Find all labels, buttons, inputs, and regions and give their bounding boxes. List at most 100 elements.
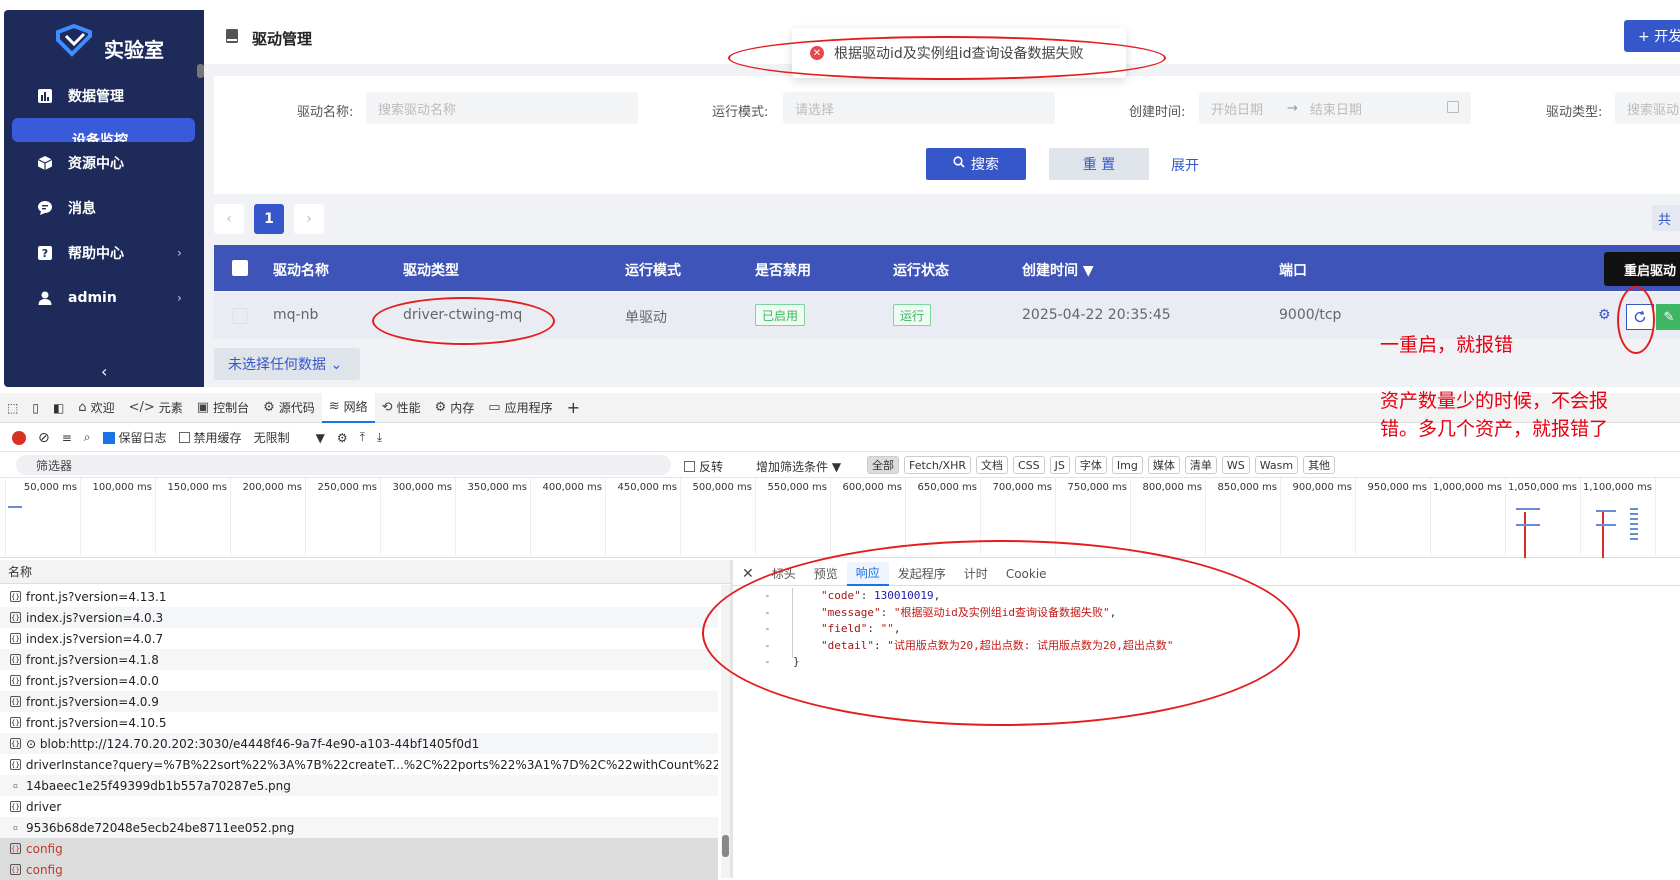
tab-welcome[interactable]: ⌂ 欢迎 [71,393,121,423]
cell-created-time: 2025-04-22 20:35:45 [1022,307,1171,323]
add-tab-icon[interactable]: + [560,393,587,423]
sidebar-item-label: admin [68,290,117,306]
type-filter-button[interactable]: 字体 [1074,456,1107,474]
timeline-tick: 200,000 ms [230,478,305,558]
cell-run-mode: 单驱动 [625,310,667,326]
type-filter-button[interactable]: Fetch/XHR [904,456,971,474]
dock-icon[interactable]: ◧ [46,393,71,423]
type-filter-button[interactable]: Wasm [1254,456,1299,474]
run-mode-select[interactable]: 请选择 [783,92,1055,124]
svg-text:?: ? [42,247,48,260]
search-icon[interactable]: ⌕ [84,430,91,445]
request-row[interactable]: {} index.js?version=4.0.7 [0,628,718,649]
type-filter-button[interactable]: 清单 [1184,456,1217,474]
prev-page-button[interactable]: ‹ [214,204,244,234]
tab-elements[interactable]: </> 元素 [122,393,190,423]
col-port: 端口 [1279,263,1307,279]
type-filter-button[interactable]: Img [1111,456,1143,474]
request-row[interactable]: {} config [0,859,718,880]
type-filter-button[interactable]: 其他 [1303,456,1336,474]
driver-name-input[interactable]: 搜索驱动名称 [366,92,638,124]
start-date-field[interactable]: 开始日期 [1211,99,1263,118]
collapse-sidebar-icon[interactable]: ‹ [101,362,107,381]
search-button[interactable]: 搜索 [926,148,1026,180]
sidebar-scrollbar[interactable] [197,64,204,78]
request-row[interactable]: {} driver [0,796,718,817]
filter-input[interactable]: 筛选器 [16,455,671,475]
sidebar-item-help[interactable]: ? 帮助中心 › [4,231,204,275]
type-filter-button[interactable]: 全部 [867,456,899,474]
tab-console[interactable]: ▣ 控制台 [190,393,256,423]
sidebar-item-messages[interactable]: 消息 [4,186,204,230]
type-filter-button[interactable]: 媒体 [1147,456,1180,474]
request-row[interactable]: {} index.js?version=4.0.3 [0,607,718,628]
select-all-checkbox[interactable] [232,260,248,276]
sidebar-item-resources[interactable]: 资源中心 [4,141,204,185]
tab-sources[interactable]: ⚙ 源代码 [256,393,322,423]
name-column-header[interactable]: 名称 [0,560,730,584]
request-row[interactable]: {} front.js?version=4.1.8 [0,649,718,670]
expand-link[interactable]: 展开 [1171,155,1199,175]
request-row[interactable]: ▫ 9536b68de72048e5ecb24be8711ee052.png [0,817,718,838]
request-row[interactable]: {} front.js?version=4.13.1 [0,586,718,607]
request-row[interactable]: {} ⊙ blob:http://124.70.20.202:3030/e4448… [0,733,718,754]
sidebar-item-admin[interactable]: admin › [4,276,204,320]
request-row[interactable]: {} front.js?version=4.0.9 [0,691,718,712]
annotation-note-assets-2: 错。多几个资产，就报错了 [1380,418,1609,440]
row-checkbox[interactable] [232,308,248,324]
type-filter-button[interactable]: JS [1049,456,1070,474]
tab-application[interactable]: ▭ 应用程序 [481,393,559,423]
type-filter-button[interactable]: CSS [1012,456,1045,474]
request-row[interactable]: {} config [0,838,718,859]
type-filter-button[interactable]: WS [1221,456,1250,474]
invert-checkbox[interactable]: 反转 [684,458,723,475]
reset-button[interactable]: 重 置 [1049,148,1149,180]
edit-button[interactable]: ✎ [1656,304,1680,330]
filter-icon[interactable]: ≡ [62,431,72,445]
sidebar-item-data[interactable]: 数据管理 [4,74,204,118]
request-row[interactable]: ▫ 14baeec1e25f49399db1b557a70287e5.png [0,775,718,796]
type-filter-button[interactable]: 文档 [975,456,1008,474]
invert-label: 反转 [699,460,724,474]
tab-memory[interactable]: ⚙ 内存 [428,393,482,423]
throttle-select[interactable]: 无限制 [254,429,290,446]
tab-performance[interactable]: ⟲ 性能 [375,393,428,423]
annotation-note-assets-1: 资产数量少的时候，不会报 [1380,390,1609,412]
request-name: driver [26,799,62,814]
request-name: index.js?version=4.0.3 [26,610,164,625]
selection-dropdown[interactable]: 未选择任何数据 ⌄ [214,348,360,380]
network-conditions-icon[interactable]: ⚙ [337,431,348,445]
inspect-icon[interactable]: ⬚ [0,393,25,423]
timeline-bar [8,506,22,508]
timeline-tick: 1,100,000 ms [1580,478,1655,558]
debug-icon[interactable]: ⚙ [1598,307,1611,323]
chevron-down-icon[interactable]: ▼ [316,431,325,445]
driver-type-input[interactable]: 搜索驱动 [1615,92,1680,124]
request-row[interactable]: {} driverInstance?query=%7B%22sort%22%3A%… [0,754,718,775]
request-row[interactable]: {} front.js?version=4.0.0 [0,670,718,691]
sidebar-item-monitor[interactable]: 设备监控 [12,118,195,142]
download-icon[interactable]: ⤓ [377,430,382,445]
preserve-log-checkbox[interactable]: 保留日志 [102,429,167,446]
add-button[interactable]: + 开发 [1624,20,1680,52]
col-created-time[interactable]: 创建时间 ▼ [1022,260,1094,280]
upload-icon[interactable]: ⤒ [360,430,365,445]
tab-network[interactable]: ≋ 网络 [321,392,375,423]
record-icon[interactable] [12,430,26,445]
more-filters-dropdown[interactable]: 增加筛选条件 ▼ [756,458,841,475]
request-row[interactable]: {} front.js?version=4.10.5 [0,712,718,733]
page-title: 驱动管理 [252,30,313,48]
next-page-button[interactable]: › [294,204,324,234]
device-toggle-icon[interactable]: ▯ [25,393,46,423]
clear-icon[interactable]: ⊘ [38,430,50,446]
created-time-label: 创建时间: [1129,105,1186,120]
end-date-field[interactable]: 结束日期 [1310,99,1362,118]
scrollbar-thumb[interactable] [722,835,729,857]
script-file-icon: {} [10,696,21,707]
disable-cache-checkbox[interactable]: 禁用缓存 [178,429,242,446]
table-header: 驱动名称 驱动类型 运行模式 是否禁用 运行状态 创建时间 ▼ 端口 [214,245,1680,291]
script-file-icon: {} [10,591,21,602]
page-1-button[interactable]: 1 [254,204,284,234]
col-disabled: 是否禁用 [755,263,811,279]
date-range-picker[interactable]: 开始日期 → 结束日期 [1199,92,1471,124]
